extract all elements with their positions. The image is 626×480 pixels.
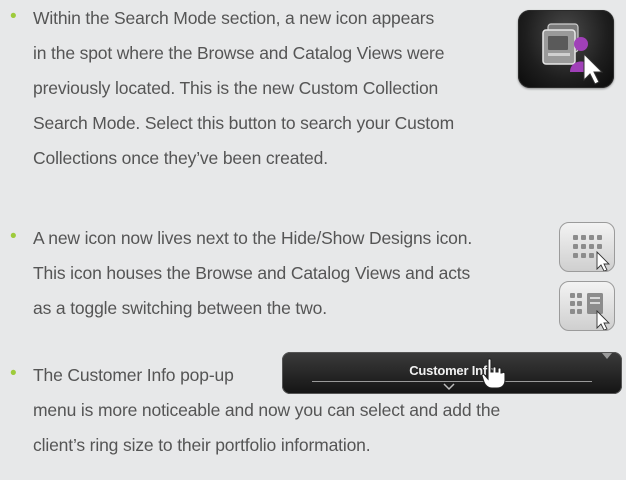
custom-collection-search-icon — [542, 23, 604, 85]
bullet-marker: • — [10, 363, 17, 384]
custom-collection-search-button[interactable] — [518, 10, 614, 88]
item1-line4: Search Mode. Select this button to searc… — [33, 113, 455, 133]
bullet-marker: • — [10, 6, 17, 27]
pointer-cursor-icon — [596, 309, 611, 331]
customer-info-label: Customer Info — [409, 363, 495, 378]
browse-view-toggle-button[interactable] — [559, 222, 615, 272]
item3-line2: menu is more noticeable and now you can … — [33, 400, 501, 420]
item1-line1: Within the Search Mode section, a new ic… — [33, 8, 435, 28]
item2-line2: This icon houses the Browse and Catalog … — [33, 263, 471, 283]
item1-line3: previously located. This is the new Cust… — [33, 78, 439, 98]
item2-line3: as a toggle switching between the two. — [33, 298, 327, 318]
catalog-view-toggle-button[interactable] — [559, 281, 615, 331]
item1-line5: Collections once they’ve been created. — [33, 148, 328, 168]
pointer-cursor-icon — [583, 52, 604, 85]
item3-line1: The Customer Info pop-up — [33, 365, 234, 385]
hand-cursor-icon — [481, 358, 506, 389]
pointer-cursor-icon — [596, 250, 611, 272]
browse-view-icon — [573, 235, 611, 272]
item1-line2: in the spot where the Browse and Catalog… — [33, 43, 445, 63]
chevron-down-icon — [443, 383, 455, 391]
customer-info-popup-bar[interactable]: Customer Info — [282, 352, 622, 394]
bullet-marker: • — [10, 226, 17, 247]
catalog-view-icon — [570, 293, 611, 331]
item3-line3: client’s ring size to their portfolio in… — [33, 435, 371, 455]
item2-line1: A new icon now lives next to the Hide/Sh… — [33, 228, 473, 248]
corner-arrow-icon — [602, 353, 612, 359]
